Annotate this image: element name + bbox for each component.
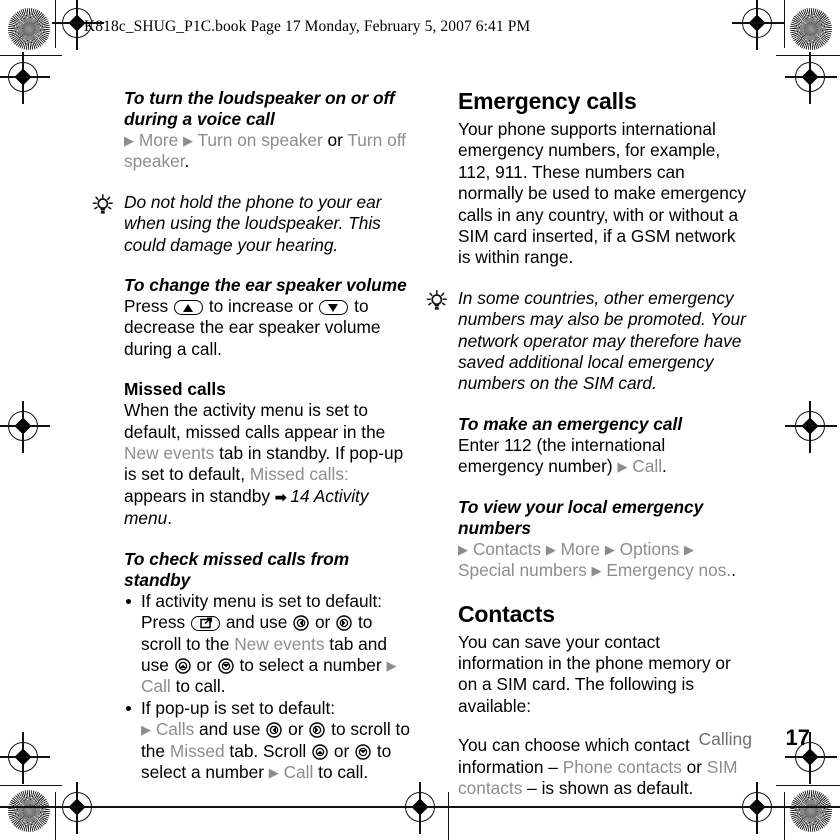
bullet1-text-b: and use xyxy=(225,612,288,633)
heading-loudspeaker-task: To turn the loudspeaker on or off during… xyxy=(124,88,410,130)
list-item: If activity menu is set to default: Pres… xyxy=(124,591,410,698)
body-emergency-calls: Your phone supports international emerge… xyxy=(458,119,747,268)
heading-check-missed-calls: To check missed calls from standby xyxy=(124,548,350,590)
path-conjunction: or xyxy=(327,130,343,150)
bullet2-text-b: and use xyxy=(199,719,261,740)
heading-ear-speaker-volume: To change the ear speaker volume xyxy=(124,275,407,296)
footer-page-number: 17 xyxy=(785,725,810,750)
missed-text-c: appears in standby xyxy=(124,485,271,506)
ui-label-new-events-2: New events xyxy=(234,633,325,654)
lightbulb-icon xyxy=(91,193,115,223)
small-right-arrow-icon: ▶ xyxy=(386,657,397,673)
make-call-period: . xyxy=(662,456,667,477)
bullet2-or-1: or xyxy=(288,719,304,740)
contacts-text-b: – is shown as default. xyxy=(527,777,694,798)
bullet1-or-2: or xyxy=(196,654,212,675)
bullet1-text-f: to call. xyxy=(175,676,226,697)
bullet1-or-1: or xyxy=(314,612,331,633)
nav-down-key-icon xyxy=(217,658,234,674)
ui-label-call-1: Call xyxy=(141,676,171,697)
small-right-arrow-icon: ▶ xyxy=(545,541,556,557)
volume-up-key-icon xyxy=(174,300,203,316)
nav-left-key-icon xyxy=(266,722,283,738)
ui-label-missed: Missed xyxy=(169,740,225,761)
activity-menu-key-icon xyxy=(191,616,220,632)
ui-label-call-2: Call xyxy=(283,761,314,782)
steps-list: If activity menu is set to default: Pres… xyxy=(124,591,410,784)
heading-view-line-2: numbers xyxy=(458,517,531,538)
solid-right-arrow-icon: ➡ xyxy=(274,488,287,505)
ui-label-calls: Calls xyxy=(155,719,195,740)
small-right-arrow-icon: ▶ xyxy=(458,541,468,557)
body-missed-calls: When the activity menu is set to default… xyxy=(124,400,410,529)
contacts-or: or xyxy=(686,756,703,777)
small-right-arrow-icon: ▶ xyxy=(124,133,134,148)
note-emergency-numbers: In some countries, other emergency numbe… xyxy=(426,287,748,395)
ui-label-phone-contacts: Phone contacts xyxy=(562,756,682,777)
heading-make-emergency-call: To make an emergency call xyxy=(458,413,683,434)
body-make-emergency-call: Enter 112 (the international emergency n… xyxy=(458,435,748,478)
path-item-emergency-nos: Emergency nos. xyxy=(606,560,732,581)
bullet2-text-d: tab. Scroll xyxy=(229,740,307,761)
path-item-special-numbers: Special numbers xyxy=(458,560,587,581)
small-right-arrow-icon: ▶ xyxy=(183,133,193,148)
body-contacts-1: You can save your contact information in… xyxy=(458,631,731,716)
path-item-more-2: More xyxy=(560,538,601,559)
nav-left-key-icon xyxy=(293,615,309,631)
bullet1-text-e: to select a number xyxy=(239,654,382,675)
small-right-arrow-icon: ▶ xyxy=(268,764,279,780)
nav-right-key-icon xyxy=(309,722,326,738)
note-loudspeaker: Do not hold the phone to your ear when u… xyxy=(92,191,410,256)
bullet2-text-f: to call. xyxy=(318,761,369,782)
missed-text-a: When the activity menu is set to default… xyxy=(124,400,386,442)
path-period: . xyxy=(184,151,190,172)
bullet2-text-a: If pop-up is set to default: xyxy=(141,697,336,718)
ui-label-call-3: Call xyxy=(632,456,663,477)
small-right-arrow-icon: ▶ xyxy=(684,541,695,557)
path-item-turn-on-speaker: Turn on speaker xyxy=(197,130,323,150)
right-column: Emergency calls Your phone supports inte… xyxy=(426,88,748,799)
heading-view-line-1: To view your local emergency xyxy=(458,496,704,517)
nav-up-key-icon xyxy=(174,658,191,674)
manual-page: To turn the loudspeaker on or off during… xyxy=(0,0,840,840)
heading-line-1: To turn the loudspeaker on or off xyxy=(124,88,395,108)
body-ear-speaker-volume: Press to increase or to decrease the ear… xyxy=(124,296,410,360)
path-period-2: . xyxy=(731,560,737,581)
volume-text-b: to increase or xyxy=(208,296,314,317)
path-item-options: Options xyxy=(619,538,680,559)
path-item-contacts: Contacts xyxy=(472,538,542,559)
heading-line-2: during a voice call xyxy=(124,109,275,129)
small-right-arrow-icon: ▶ xyxy=(141,722,151,738)
left-column: To turn the loudspeaker on or off during… xyxy=(92,88,410,784)
heading-emergency-calls: Emergency calls xyxy=(458,88,637,114)
small-right-arrow-icon: ▶ xyxy=(617,459,628,475)
nav-up-key-icon xyxy=(312,743,328,760)
nav-down-key-icon xyxy=(355,743,371,760)
path-item-more: More xyxy=(138,130,179,150)
footer-section-name: Calling xyxy=(698,729,753,749)
list-item: If pop-up is set to default: ▶ Calls and… xyxy=(124,698,410,784)
bullet2-or-2: or xyxy=(333,740,350,761)
volume-down-key-icon xyxy=(319,300,349,316)
lightbulb-icon xyxy=(425,289,449,319)
path-view-emergency-numbers: ▶ Contacts ▶ More ▶ Options ▶ Special nu… xyxy=(458,539,748,582)
volume-text-a: Press xyxy=(124,296,169,317)
missed-period: . xyxy=(167,508,173,529)
ui-label-new-events: New events xyxy=(124,443,215,464)
small-right-arrow-icon: ▶ xyxy=(591,563,602,579)
heading-missed-calls: Missed calls xyxy=(124,379,226,400)
note-emergency-text: In some countries, other emergency numbe… xyxy=(458,287,746,394)
heading-view-local-emergency: To view your local emergency numbers xyxy=(458,497,748,539)
heading-contacts: Contacts xyxy=(458,600,555,627)
nav-right-key-icon xyxy=(336,615,352,631)
small-right-arrow-icon: ▶ xyxy=(604,541,615,557)
path-loudspeaker: ▶ More ▶ Turn on speaker or Turn off spe… xyxy=(124,130,410,173)
ui-label-missed-calls: Missed calls: xyxy=(249,464,349,485)
note-loudspeaker-text: Do not hold the phone to your ear when u… xyxy=(124,191,382,255)
